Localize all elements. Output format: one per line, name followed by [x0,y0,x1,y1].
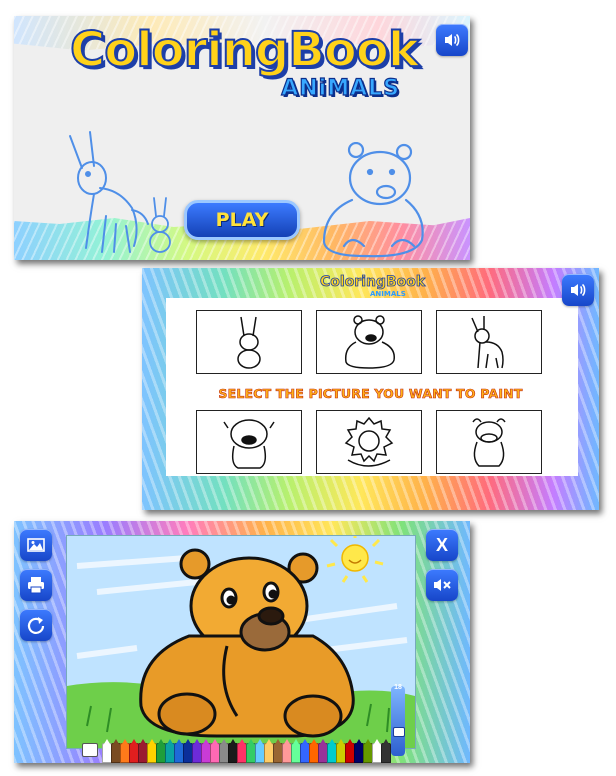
rabbit-sketch [149,197,171,253]
title-screen: ColoringBook ANiMALS PLAY [14,16,470,260]
print-icon [28,577,44,594]
thumbnail-donkey[interactable] [436,310,542,374]
image-icon [27,538,45,552]
background-button[interactable] [20,529,52,561]
thumbnail-cow[interactable] [436,410,542,474]
logo-subtitle: ANiMALS [281,75,400,101]
thumbnail-bulldog[interactable] [196,410,302,474]
drawing-canvas[interactable] [66,535,416,749]
lion-outline-icon [344,416,394,467]
cow-outline-icon [472,418,506,467]
thumbnail-rabbit[interactable] [196,310,302,374]
close-icon: X [435,534,448,555]
sound-button[interactable] [562,274,594,306]
speaker-icon [571,283,586,297]
eraser-icon[interactable] [82,743,98,757]
brush-size-slider[interactable]: 18 [391,684,405,756]
bear-sketch [322,142,424,258]
rabbit-outline-icon [237,316,261,369]
instruction-text: SELECT THE PICTURE YOU WANT TO PAINT [218,386,523,402]
painting-screen: X 18 [14,521,470,763]
left-toolbar [20,529,52,641]
brush-size-value: 18 [394,684,402,691]
mini-logo-title: ColoringBook [320,274,426,291]
selection-screen: ColoringBook ANIMALS SELECT THE PICTURE … [142,268,599,510]
bear-painting [67,536,415,748]
mini-logo-subtitle: ANIMALS [370,290,406,298]
right-toolbar: X [426,529,458,601]
speaker-icon [445,33,460,47]
sound-button[interactable] [436,24,468,56]
print-button[interactable] [20,569,52,601]
bear-outline-icon [344,315,395,369]
logo-title: ColoringBook [69,21,421,79]
thumbnail-bear[interactable] [316,310,422,374]
mute-icon [434,579,451,591]
thumbnail-lion[interactable] [316,410,422,474]
game-logo: ColoringBook ANiMALS [69,21,421,122]
donkey-sketch [69,131,149,253]
reset-button[interactable] [20,609,52,641]
bulldog-outline-icon [223,419,275,469]
mute-button[interactable] [426,569,458,601]
donkey-outline-icon [471,316,504,369]
crayon-palette [102,739,391,763]
close-button[interactable]: X [426,529,458,561]
crayon-color[interactable] [381,739,391,763]
play-button[interactable]: PLAY [184,200,300,240]
reset-icon [27,617,45,634]
brush-size-handle[interactable] [393,727,405,738]
